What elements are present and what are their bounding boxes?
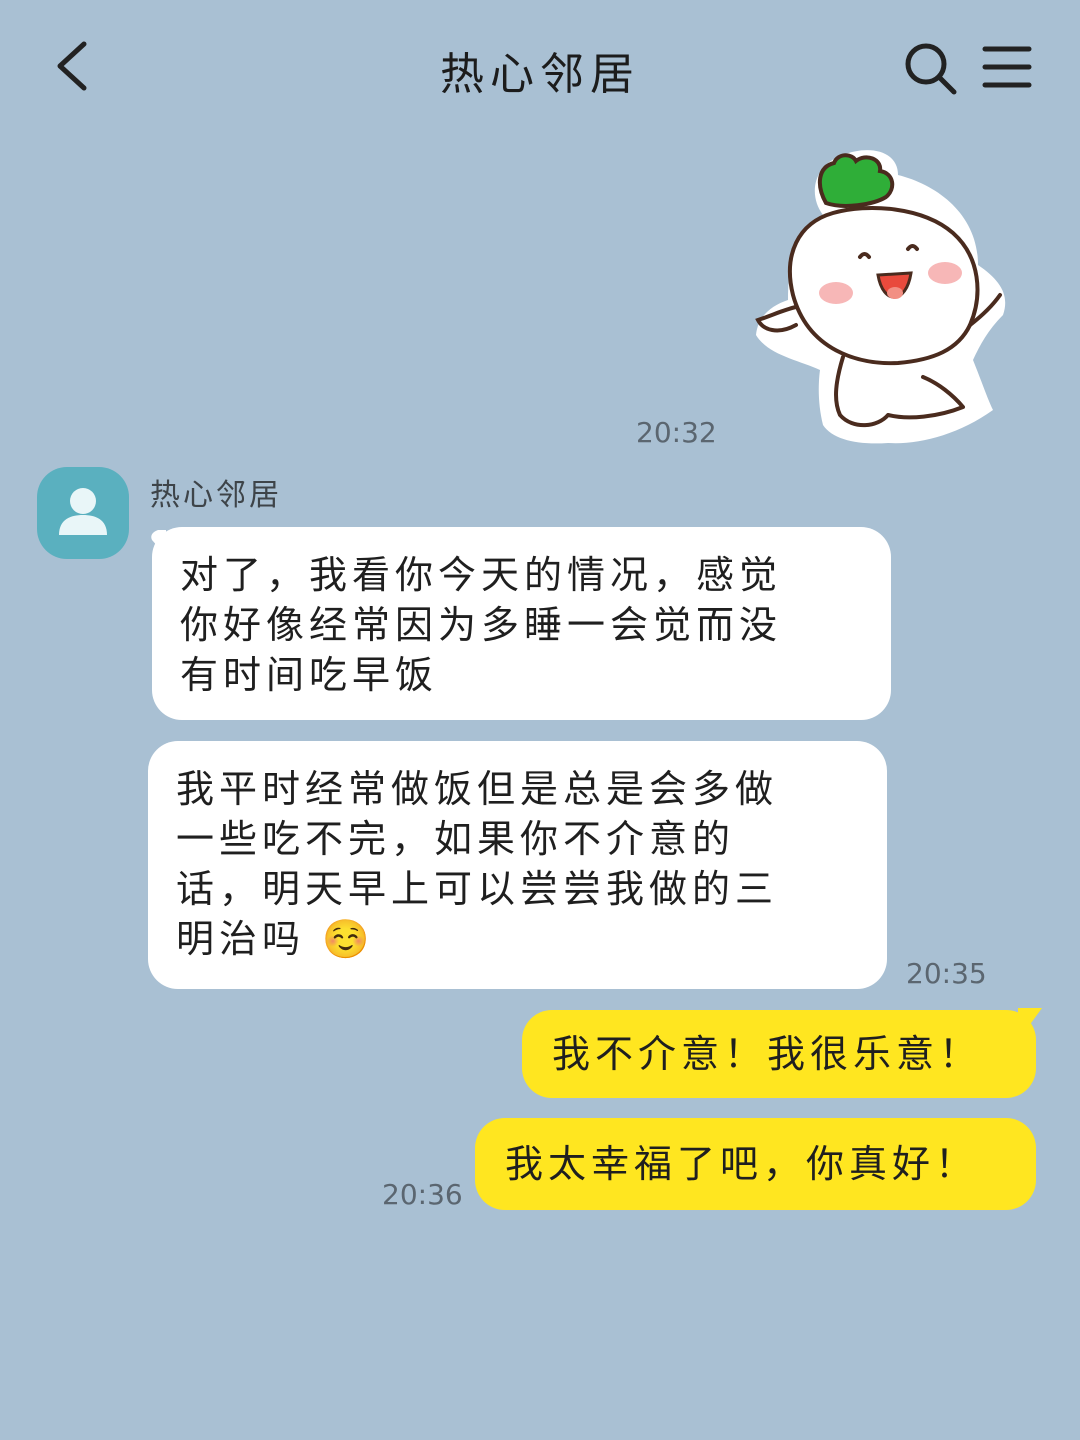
sender-name: 热心邻居 bbox=[150, 478, 282, 513]
message-text: 我太幸福了吧，你真好！ bbox=[505, 1142, 979, 1186]
message-line: 有时间吃早饭 bbox=[180, 653, 439, 697]
message-text: 我不介意！我很乐意！ bbox=[552, 1032, 983, 1076]
search-icon[interactable] bbox=[902, 40, 958, 96]
message-bubble-incoming[interactable]: 对了，我看你今天的情况，感觉 你好像经常因为多睡一会觉而没 有时间吃早饭 bbox=[152, 527, 891, 720]
message-bubble-outgoing[interactable]: 我不介意！我很乐意！ bbox=[522, 1010, 1036, 1098]
message-bubble-incoming[interactable]: 我平时经常做饭但是总是会多做 一些吃不完，如果你不介意的 话，明天早上可以尝尝我… bbox=[148, 741, 887, 989]
message-bubble-outgoing[interactable]: 我太幸福了吧，你真好！ bbox=[475, 1118, 1036, 1210]
timestamp: 20:32 bbox=[636, 416, 717, 449]
message-line: 你好像经常因为多睡一会觉而没 bbox=[180, 603, 783, 647]
message-line: 对了，我看你今天的情况，感觉 bbox=[180, 553, 783, 597]
chat-header: 热心邻居 bbox=[0, 0, 1080, 135]
message-line: 我平时经常做饭但是总是会多做 bbox=[176, 767, 779, 811]
smiling-face-emoji: ☺️ bbox=[322, 917, 375, 961]
avatar[interactable] bbox=[37, 467, 129, 559]
message-text: 明治吗 bbox=[176, 917, 306, 961]
timestamp: 20:36 bbox=[382, 1178, 463, 1211]
hamburger-menu-icon[interactable] bbox=[982, 44, 1032, 90]
message-line: 明治吗 ☺️ bbox=[176, 914, 857, 964]
message-line: 话，明天早上可以尝尝我做的三 bbox=[176, 867, 779, 911]
timestamp: 20:35 bbox=[906, 957, 987, 990]
user-icon bbox=[59, 488, 107, 535]
message-line: 一些吃不完，如果你不介意的 bbox=[176, 817, 736, 861]
radish-sticker[interactable] bbox=[748, 145, 1013, 450]
